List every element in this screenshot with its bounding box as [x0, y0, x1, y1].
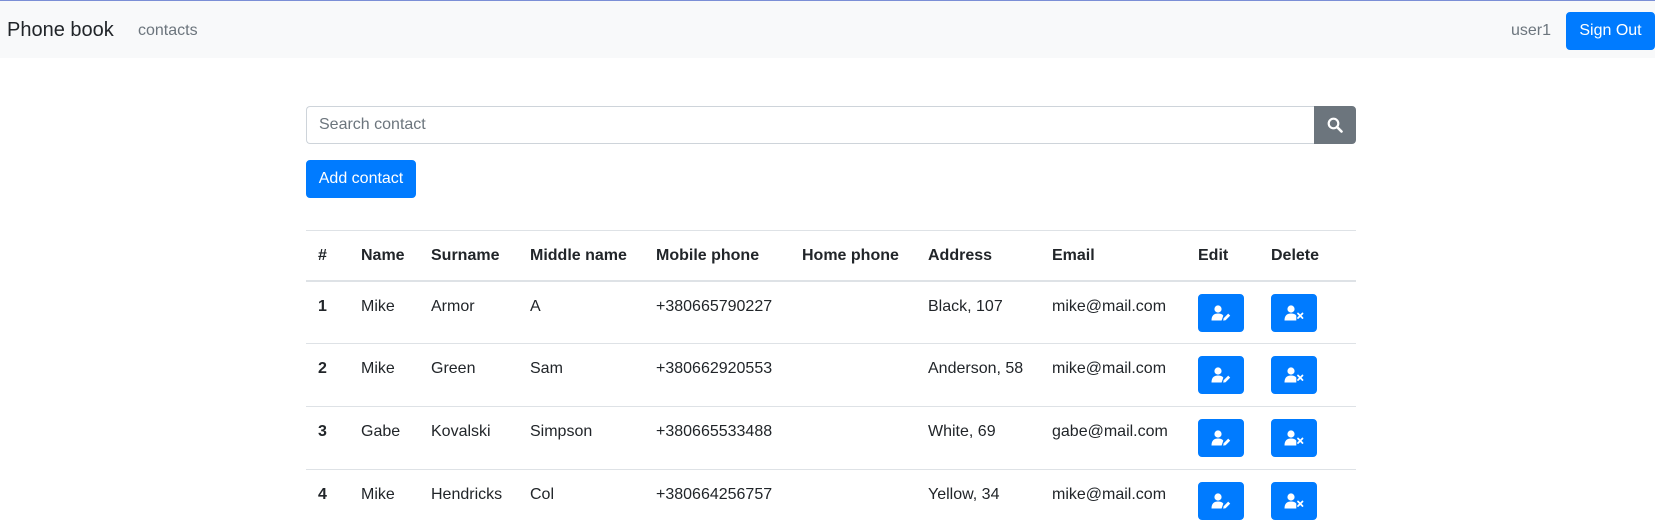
cell-mobile-phone: +380664256757 [644, 469, 790, 524]
column-header-delete: Delete [1259, 230, 1356, 282]
cell-mobile-phone: +380665533488 [644, 406, 790, 470]
navbar: Phone book contacts user1 Sign Out [0, 0, 1655, 58]
sign-out-button[interactable]: Sign Out [1566, 12, 1655, 50]
cell-middle-name: A [530, 297, 541, 315]
column-header-surname: Surname [419, 230, 518, 282]
user-delete-icon [1284, 367, 1304, 383]
delete-contact-button[interactable] [1271, 293, 1317, 332]
cell-email: mike@mail.com [1040, 469, 1186, 524]
delete-contact-button[interactable] [1271, 482, 1317, 520]
user-delete-icon [1284, 430, 1304, 446]
cell-middle-name: Col [518, 469, 644, 524]
column-header-email: Email [1040, 230, 1186, 282]
table-row: 1 Mike Armor A +380665790227 Black, 107 … [306, 281, 1356, 344]
cell-number: 4 [306, 469, 349, 524]
search-bar [306, 106, 1356, 144]
cell-surname: Armor [431, 297, 475, 315]
cell-delete [1259, 343, 1356, 407]
contacts-table: # Name Surname Middle name Mobile phone … [306, 230, 1356, 524]
cell-email: mike@mail.com [1040, 343, 1186, 407]
user-edit-icon [1211, 493, 1231, 509]
cell-edit [1186, 281, 1259, 344]
column-header-edit: Edit [1186, 230, 1259, 282]
cell-surname: Green [419, 343, 518, 407]
table-row: 3 Gabe Kovalski Simpson +380665533488 Wh… [306, 406, 1356, 470]
cell-home-phone [790, 281, 916, 344]
cell-address: Yellow, 34 [916, 469, 1040, 524]
cell-address: Anderson, 58 [916, 343, 1040, 407]
user-edit-icon [1211, 367, 1231, 383]
edit-contact-button[interactable] [1198, 293, 1244, 332]
cell-name: Gabe [349, 406, 419, 470]
cell-name: Mike [361, 297, 395, 315]
cell-home-phone [790, 343, 916, 407]
user-edit-icon [1211, 304, 1231, 321]
edit-contact-button[interactable] [1198, 482, 1244, 520]
cell-middle-name: Simpson [518, 406, 644, 470]
cell-mobile-phone: +380665790227 [656, 297, 773, 315]
user-delete-icon [1284, 304, 1304, 320]
cell-delete [1259, 406, 1356, 470]
column-header-name: Name [349, 230, 419, 282]
current-user-label: user1 [1510, 22, 1551, 39]
edit-contact-button[interactable] [1198, 419, 1244, 457]
table-row: 4 Mike Hendricks Col +380664256757 Yello… [306, 469, 1356, 524]
cell-edit [1186, 406, 1259, 470]
column-header-mobile-phone: Mobile phone [644, 230, 790, 282]
column-header-home-phone: Home phone [790, 230, 916, 282]
cell-surname: Hendricks [419, 469, 518, 524]
cell-delete [1259, 281, 1356, 344]
cell-number: 1 [318, 297, 327, 315]
search-input[interactable] [306, 106, 1315, 144]
search-icon [1327, 117, 1343, 133]
cell-home-phone [790, 406, 916, 470]
user-edit-icon [1211, 430, 1231, 446]
cell-edit [1186, 343, 1259, 407]
edit-contact-button[interactable] [1198, 356, 1244, 394]
cell-surname: Kovalski [419, 406, 518, 470]
cell-home-phone [790, 469, 916, 524]
cell-email: mike@mail.com [1052, 297, 1167, 315]
delete-contact-button[interactable] [1271, 419, 1317, 457]
cell-edit [1186, 469, 1259, 524]
cell-name: Mike [349, 343, 419, 407]
column-header-number: # [306, 230, 349, 282]
brand-link[interactable]: Phone book [7, 18, 114, 42]
cell-email: gabe@mail.com [1040, 406, 1186, 470]
cell-address: Black, 107 [928, 297, 1003, 315]
cell-delete [1259, 469, 1356, 524]
cell-mobile-phone: +380662920553 [644, 343, 790, 407]
cell-name: Mike [349, 469, 419, 524]
cell-middle-name: Sam [518, 343, 644, 407]
search-button[interactable] [1314, 106, 1356, 144]
nav-link-contacts[interactable]: contacts [138, 21, 198, 41]
delete-contact-button[interactable] [1271, 356, 1317, 394]
cell-number: 2 [306, 343, 349, 407]
table-header-row: # Name Surname Middle name Mobile phone … [306, 230, 1356, 282]
column-header-middle-name: Middle name [518, 230, 644, 282]
cell-address: White, 69 [916, 406, 1040, 470]
table-row: 2 Mike Green Sam +380662920553 Anderson,… [306, 343, 1356, 407]
user-delete-icon [1284, 493, 1304, 509]
add-contact-button[interactable]: Add contact [306, 160, 416, 198]
column-header-address: Address [916, 230, 1040, 282]
cell-number: 3 [306, 406, 349, 470]
